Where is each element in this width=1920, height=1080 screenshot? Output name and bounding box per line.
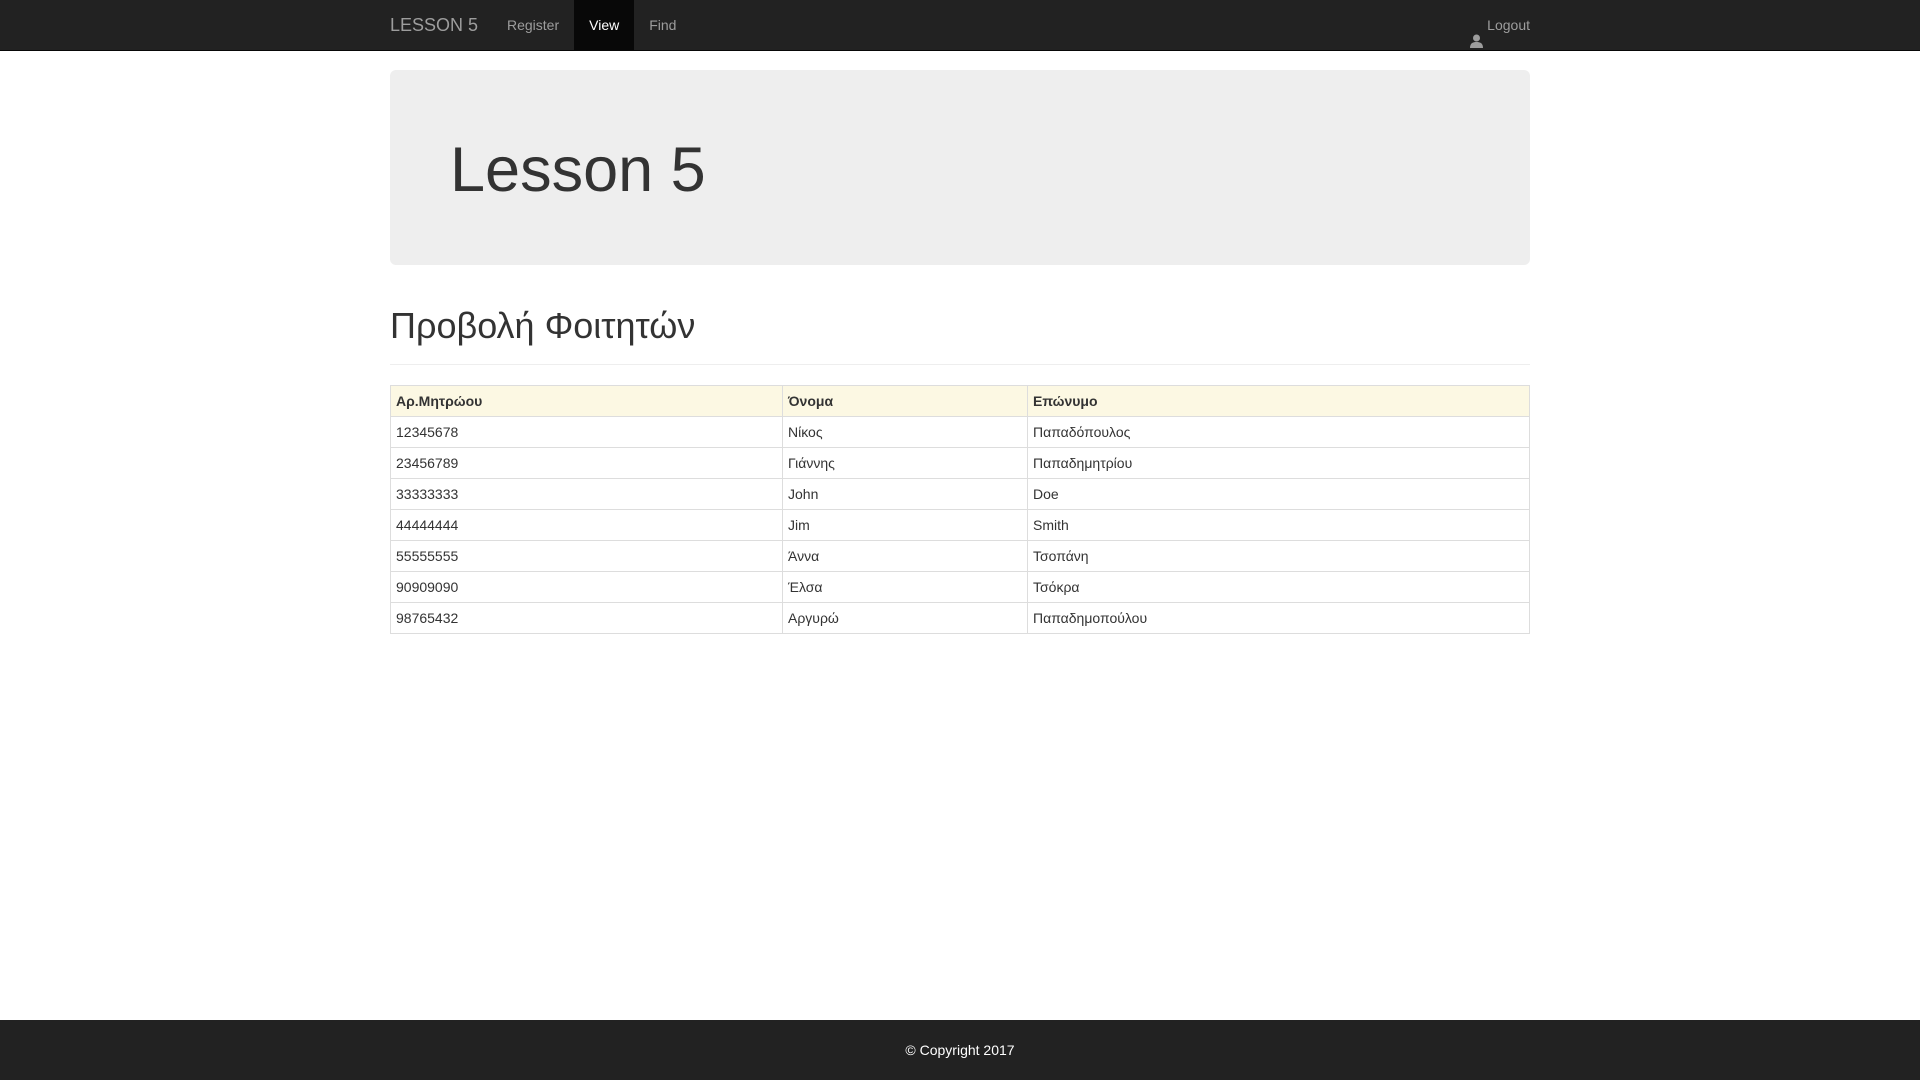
page-header: Προβολή Φοιτητών xyxy=(390,300,1530,365)
cell-am: 33333333 xyxy=(390,478,783,510)
cell-first-name: Αργυρώ xyxy=(782,602,1028,634)
header-first-name: Όνομα xyxy=(782,385,1028,417)
table-header-row: Αρ.Μητρώου Όνομα Επώνυμο xyxy=(390,385,1530,417)
nav-links: Register View Find xyxy=(492,0,691,50)
cell-last-name: Παπαδημοπούλου xyxy=(1027,602,1530,634)
cell-first-name: Έλσα xyxy=(782,571,1028,603)
cell-last-name: Παπαδόπουλος xyxy=(1027,416,1530,448)
table-row: 55555555 Άννα Τσοπάνη xyxy=(390,540,1530,572)
cell-am: 98765432 xyxy=(390,602,783,634)
students-table: Αρ.Μητρώου Όνομα Επώνυμο 12345678 Νίκος … xyxy=(390,385,1530,634)
cell-last-name: Παπαδημητρίου xyxy=(1027,447,1530,479)
table-row: 90909090 Έλσα Τσόκρα xyxy=(390,571,1530,603)
nav-link-view[interactable]: View xyxy=(574,0,635,50)
page-title: Προβολή Φοιτητών xyxy=(390,305,696,346)
nav-link-find[interactable]: Find xyxy=(634,0,691,50)
table-row: 12345678 Νίκος Παπαδόπουλος xyxy=(390,416,1530,448)
navbar-brand[interactable]: LESSON 5 xyxy=(390,0,478,50)
cell-am: 44444444 xyxy=(390,509,783,541)
cell-am: 12345678 xyxy=(390,416,783,448)
cell-am: 23456789 xyxy=(390,447,783,479)
cell-first-name: Νίκος xyxy=(782,416,1028,448)
cell-am: 55555555 xyxy=(390,540,783,572)
logout-label: Logout xyxy=(1487,17,1530,33)
cell-first-name: Jim xyxy=(782,509,1028,541)
cell-first-name: Άννα xyxy=(782,540,1028,572)
nav-link-register[interactable]: Register xyxy=(492,0,574,50)
cell-first-name: Γιάννης xyxy=(782,447,1028,479)
table-row: 23456789 Γιάννης Παπαδημητρίου xyxy=(390,447,1530,479)
user-icon xyxy=(1470,18,1484,48)
logout-link[interactable]: Logout xyxy=(1470,0,1530,50)
jumbotron: Lesson 5 xyxy=(390,70,1530,265)
cell-last-name: Τσόκρα xyxy=(1027,571,1530,603)
table-row: 44444444 Jim Smith xyxy=(390,509,1530,541)
table-row: 98765432 Αργυρώ Παπαδημοπούλου xyxy=(390,602,1530,634)
header-last-name: Επώνυμο xyxy=(1027,385,1530,417)
cell-last-name: Smith xyxy=(1027,509,1530,541)
table-row: 33333333 John Doe xyxy=(390,478,1530,510)
copyright-text: © Copyright 2017 xyxy=(905,1042,1015,1058)
top-navbar: LESSON 5 Register View Find Logout xyxy=(0,0,1920,51)
footer: © Copyright 2017 xyxy=(0,1020,1920,1080)
cell-last-name: Doe xyxy=(1027,478,1530,510)
cell-first-name: John xyxy=(782,478,1028,510)
navbar-container: LESSON 5 Register View Find Logout xyxy=(390,0,1530,50)
cell-last-name: Τσοπάνη xyxy=(1027,540,1530,572)
cell-am: 90909090 xyxy=(390,571,783,603)
header-am: Αρ.Μητρώου xyxy=(390,385,783,417)
jumbotron-title: Lesson 5 xyxy=(450,135,706,205)
